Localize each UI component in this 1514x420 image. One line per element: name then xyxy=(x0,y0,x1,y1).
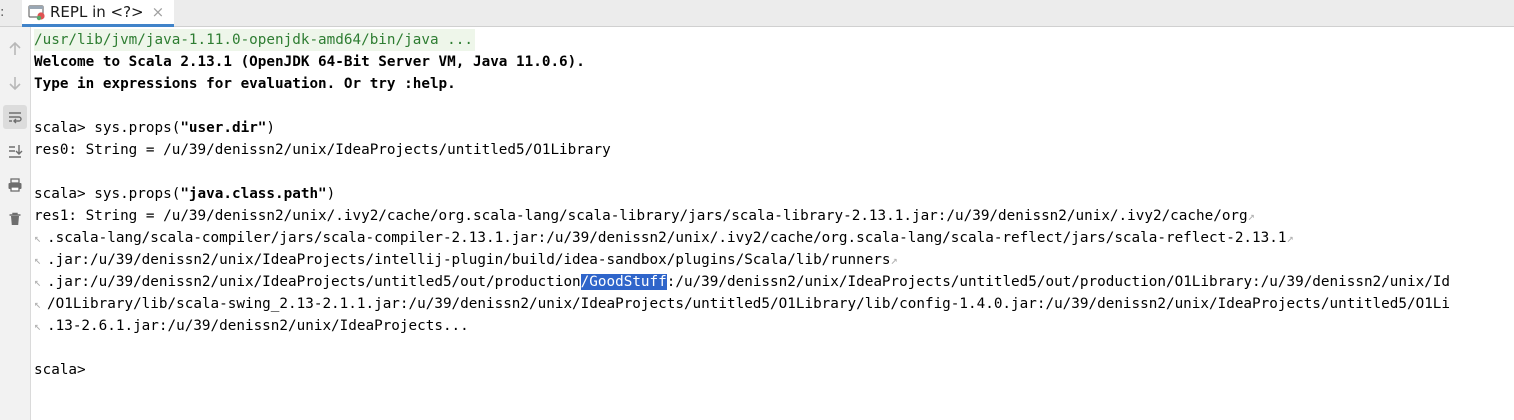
soft-wrap-start-icon: ↖ xyxy=(34,275,42,289)
result-res1-line4: ↖ .jar:/u/39/denissn2/unix/IdeaProjects/u… xyxy=(34,271,1514,293)
soft-wrap-start-icon: ↖ xyxy=(34,297,42,311)
result-res1-line3: ↖ .jar:/u/39/denissn2/unix/IdeaProjects/i… xyxy=(34,249,1514,271)
welcome-line: Welcome to Scala 2.13.1 (OpenJDK 64-Bit … xyxy=(34,54,585,70)
repl-console-icon xyxy=(28,5,45,21)
tab-bar-edge-mark: : xyxy=(0,5,5,20)
result-res1-line6: ↖ .13-2.6.1.jar:/u/39/denissn2/unix/IdeaP… xyxy=(34,315,1514,337)
result-res1-line2: ↖ .scala-lang/scala-compiler/jars/scala-c… xyxy=(34,227,1514,249)
arrow-up-icon[interactable] xyxy=(3,37,27,61)
java-command-line[interactable]: /usr/lib/jvm/java-1.11.0-openjdk-amd64/b… xyxy=(34,29,475,51)
soft-wrap-start-icon: ↖ xyxy=(34,319,42,333)
prompt-class-path: scala> sys.props("java.class.path") xyxy=(34,186,336,202)
repl-console-output[interactable]: /usr/lib/jvm/java-1.11.0-openjdk-amd64/b… xyxy=(34,29,1514,420)
soft-wrap-start-icon: ↖ xyxy=(34,231,42,245)
scroll-to-end-icon[interactable] xyxy=(3,139,27,163)
soft-wrap-end-icon: ↗ xyxy=(1247,209,1255,223)
result-res1-line5: ↖/O1Library/lib/scala-swing_2.13-2.1.1.j… xyxy=(34,293,1514,315)
selected-text[interactable]: /GoodStuff xyxy=(580,274,667,290)
trash-icon[interactable] xyxy=(3,207,27,231)
result-res1-line1: res1: String = /u/39/denissn2/unix/.ivy2… xyxy=(34,208,1255,224)
result-res0: res0: String = /u/39/denissn2/unix/IdeaP… xyxy=(34,142,611,158)
soft-wrap-end-icon: ↗ xyxy=(890,253,898,267)
soft-wrap-end-icon: ↗ xyxy=(1286,231,1294,245)
close-icon[interactable]: × xyxy=(152,4,165,20)
prompt-user-dir: scala> sys.props("user.dir") xyxy=(34,120,276,136)
scala-input-prompt[interactable]: scala> xyxy=(34,359,1514,381)
tool-window-tab-bar: : REPL in <?> × xyxy=(0,0,1514,27)
tab-label: REPL in <?> xyxy=(50,3,144,21)
arrow-down-icon[interactable] xyxy=(3,71,27,95)
soft-wrap-start-icon: ↖ xyxy=(34,253,42,267)
tab-repl[interactable]: REPL in <?> × xyxy=(22,0,174,27)
print-icon[interactable] xyxy=(3,173,27,197)
soft-wrap-icon[interactable] xyxy=(3,105,27,129)
console-toolbar xyxy=(0,27,31,420)
help-hint-line: Type in expressions for evaluation. Or t… xyxy=(34,76,456,92)
